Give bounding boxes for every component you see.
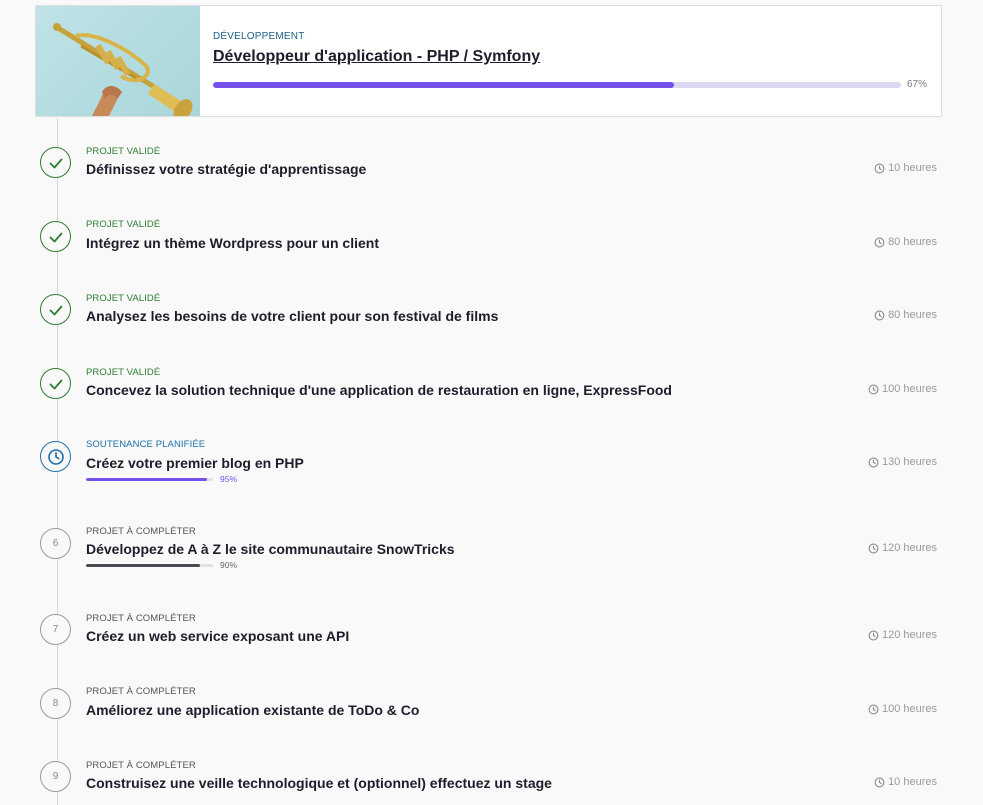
step-number-badge: 6 — [40, 528, 71, 559]
clock-icon — [874, 163, 885, 174]
check-icon — [40, 221, 71, 252]
step-title-link[interactable]: Analysez les besoins de votre client pou… — [86, 308, 498, 324]
check-icon — [40, 368, 71, 399]
check-icon — [40, 294, 71, 325]
course-header-info: DÉVELOPPEMENT Développeur d'application … — [213, 6, 929, 116]
step-progress-bar — [86, 478, 213, 481]
step-status: PROJET À COMPLÉTER — [86, 686, 196, 697]
step-duration-label: 100 heures — [881, 703, 937, 715]
step-title-link[interactable]: Concevez la solution technique d'une app… — [86, 382, 672, 398]
step-number: 8 — [52, 698, 59, 709]
course-category: DÉVELOPPEMENT — [213, 31, 305, 42]
trumpet-image — [36, 6, 200, 116]
step-number: 9 — [52, 771, 59, 782]
step-status: PROJET VALIDÉ — [86, 293, 161, 304]
step-duration-label: 10 heures — [888, 162, 937, 174]
step-duration-label: 130 heures — [881, 456, 937, 468]
step-number: 7 — [52, 624, 59, 635]
step-progress-fill — [86, 564, 201, 567]
step-duration-label: 120 heures — [881, 542, 937, 554]
course-header-card: DÉVELOPPEMENT Développeur d'application … — [35, 5, 942, 117]
step-duration: 10 heures — [874, 776, 937, 788]
clock-icon — [868, 384, 879, 395]
step-status: SOUTENANCE PLANIFIÉE — [86, 439, 206, 450]
step-duration: 100 heures — [868, 703, 937, 715]
clock-icon — [868, 543, 879, 554]
course-progress-bar — [213, 82, 901, 88]
clock-icon — [868, 630, 879, 641]
step-progress-bar — [86, 564, 213, 567]
step-status: PROJET À COMPLÉTER — [86, 526, 196, 537]
step-number: 6 — [52, 538, 59, 549]
step-title-link[interactable]: Définissez votre stratégie d'apprentissa… — [86, 161, 366, 177]
step-duration-label: 100 heures — [881, 383, 937, 395]
step-title-link[interactable]: Créez un web service exposant une API — [86, 628, 349, 644]
clock-icon — [874, 777, 885, 788]
step-title-link[interactable]: Créez votre premier blog en PHP — [86, 455, 304, 471]
check-icon — [40, 147, 71, 178]
step-duration-label: 10 heures — [888, 776, 937, 788]
clock-icon — [874, 310, 885, 321]
step-number-badge: 7 — [40, 614, 71, 645]
clock-icon — [868, 457, 879, 468]
step-status: PROJET VALIDÉ — [86, 219, 161, 230]
course-progress-fill — [213, 82, 674, 88]
step-title-link[interactable]: Améliorez une application existante de T… — [86, 702, 419, 718]
clock-icon — [874, 237, 885, 248]
course-title-link[interactable]: Développeur d'application - PHP / Symfon… — [213, 48, 540, 66]
step-duration-label: 80 heures — [888, 236, 937, 248]
step-duration-label: 120 heures — [881, 629, 937, 641]
step-duration: 10 heures — [874, 162, 937, 174]
clock-icon — [40, 441, 71, 472]
step-duration: 120 heures — [868, 629, 937, 641]
step-status: PROJET VALIDÉ — [86, 146, 161, 157]
step-duration: 80 heures — [874, 236, 937, 248]
step-progress-label: 95% — [220, 474, 238, 484]
step-progress-label: 90% — [220, 560, 238, 570]
step-duration-label: 80 heures — [888, 309, 937, 321]
step-number-badge: 9 — [40, 761, 71, 792]
step-number-badge: 8 — [40, 688, 71, 719]
step-duration: 100 heures — [868, 383, 937, 395]
step-duration: 130 heures — [868, 456, 937, 468]
step-duration: 80 heures — [874, 309, 937, 321]
clock-icon — [868, 704, 879, 715]
step-status: PROJET À COMPLÉTER — [86, 613, 196, 624]
step-title-link[interactable]: Intégrez un thème Wordpress pour un clie… — [86, 235, 379, 251]
step-status: PROJET VALIDÉ — [86, 367, 161, 378]
course-progress-label: 67% — [906, 79, 927, 90]
step-title-link[interactable]: Construisez une veille technologique et … — [86, 775, 552, 791]
step-duration: 120 heures — [868, 542, 937, 554]
step-status: PROJET À COMPLÉTER — [86, 760, 196, 771]
step-title-link[interactable]: Développez de A à Z le site communautair… — [86, 541, 455, 557]
step-progress-fill — [86, 478, 207, 481]
